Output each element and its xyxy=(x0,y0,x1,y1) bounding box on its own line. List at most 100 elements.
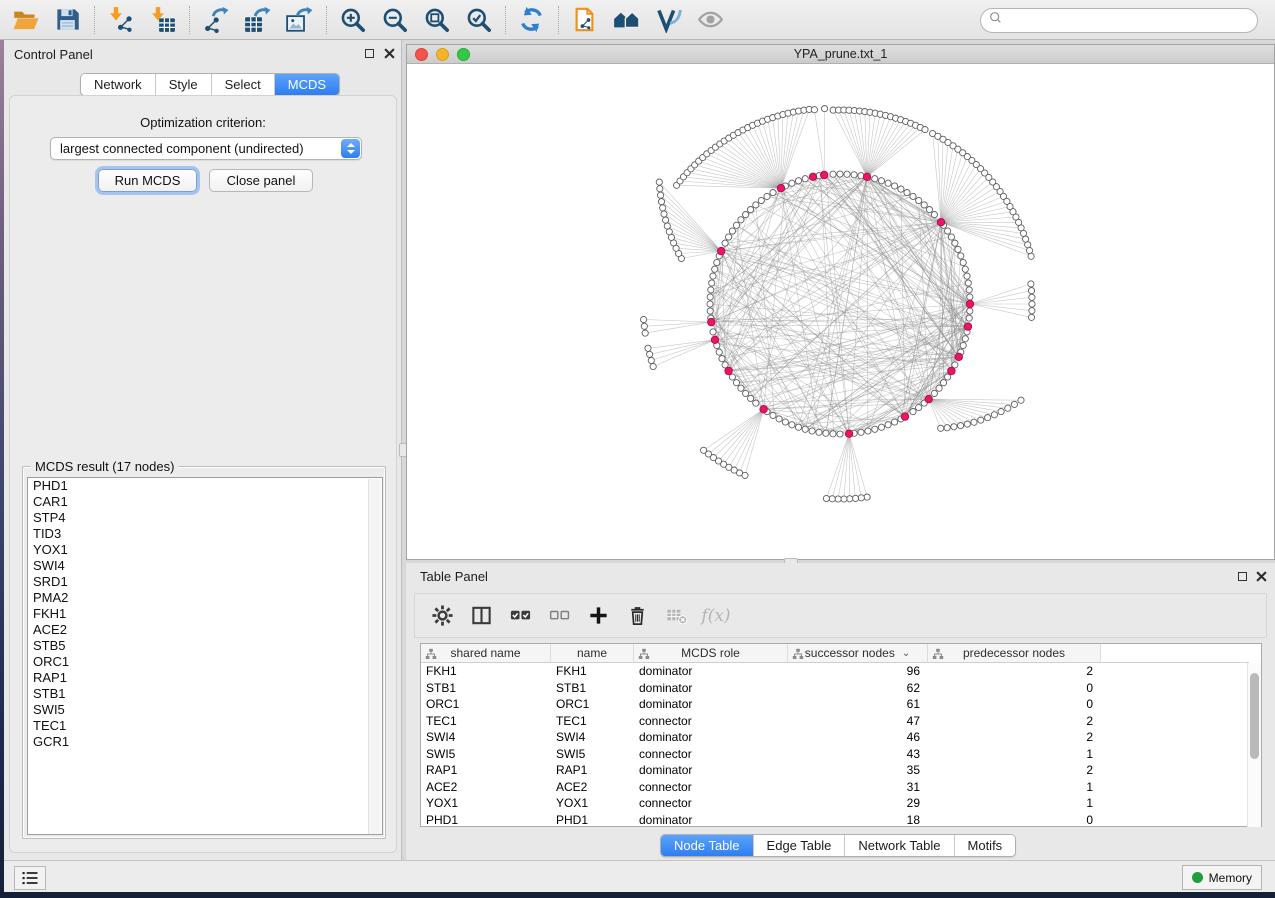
toolbar-separator xyxy=(94,6,95,34)
table-cell: 0 xyxy=(928,680,1101,697)
mcds-result-item[interactable]: SRD1 xyxy=(28,574,382,590)
mcds-result-item[interactable]: ACE2 xyxy=(28,622,382,638)
column-header-shared-name[interactable]: shared name xyxy=(421,644,551,663)
table-cell: SWI5 xyxy=(421,746,551,763)
column-header-successor-nodes[interactable]: successor nodes⌄ xyxy=(788,644,928,663)
control-panel-header: Control Panel xyxy=(4,40,401,66)
tab-select[interactable]: Select xyxy=(211,74,274,95)
criterion-dropdown[interactable]: largest connected component (undirected) xyxy=(50,137,362,160)
mcds-result-item[interactable]: SWI5 xyxy=(28,702,382,718)
table-cell: 2 xyxy=(928,762,1101,779)
export-network-icon[interactable] xyxy=(198,3,232,37)
table-cell: ORC1 xyxy=(421,696,551,713)
table-scrollbar-thumb[interactable] xyxy=(1250,673,1259,759)
mcds-result-item[interactable]: STP4 xyxy=(28,510,382,526)
open-folder-icon[interactable] xyxy=(8,3,42,37)
mcds-result-item[interactable]: CAR1 xyxy=(28,494,382,510)
mcds-result-item[interactable]: FKH1 xyxy=(28,606,382,622)
home-networks-icon[interactable] xyxy=(609,3,643,37)
search-input[interactable] xyxy=(1004,11,1257,31)
tab-style[interactable]: Style xyxy=(155,74,211,95)
table-cell: 46 xyxy=(788,729,928,746)
table-cell: TEC1 xyxy=(551,713,634,730)
table-cell: 31 xyxy=(788,779,928,796)
column-header-MCDS-role[interactable]: MCDS role xyxy=(634,644,788,663)
tab-mcds[interactable]: MCDS xyxy=(274,74,339,95)
table-cell: ORC1 xyxy=(551,696,634,713)
table-row[interactable]: SWI4SWI4dominator462 xyxy=(421,729,1247,746)
mcds-result-item[interactable]: PHD1 xyxy=(28,478,382,494)
float-panel-icon[interactable] xyxy=(363,47,376,60)
column-header-predecessor-nodes[interactable]: predecessor nodes xyxy=(928,644,1101,663)
refresh-layout-icon[interactable] xyxy=(514,3,548,37)
network-canvas[interactable] xyxy=(407,64,1274,559)
mcds-result-title: MCDS result (17 nodes) xyxy=(31,459,178,474)
eye-icon xyxy=(693,3,727,37)
mcds-result-item[interactable]: SWI4 xyxy=(28,558,382,574)
table-row[interactable]: TEC1TEC1connector472 xyxy=(421,713,1247,730)
sort-chevron-icon[interactable]: ⌄ xyxy=(902,648,910,659)
table-row[interactable]: ACE2ACE2connector311 xyxy=(421,779,1247,796)
task-history-button[interactable] xyxy=(14,866,46,890)
network-graph[interactable] xyxy=(407,64,1274,559)
table-cell: connector xyxy=(634,746,788,763)
run-mcds-button[interactable]: Run MCDS xyxy=(98,169,197,192)
mcds-result-item[interactable]: YOX1 xyxy=(28,542,382,558)
deselect-all-icon[interactable] xyxy=(546,603,572,629)
network-window-titlebar[interactable]: YPA_prune.txt_1 xyxy=(407,45,1274,64)
table-row[interactable]: PHD1PHD1dominator180 xyxy=(421,812,1247,829)
close-panel-button[interactable]: Close panel xyxy=(209,169,313,192)
table-cell: dominator xyxy=(634,762,788,779)
table-row[interactable]: FKH1FKH1dominator962 xyxy=(421,663,1247,680)
table-row[interactable]: RAP1RAP1dominator352 xyxy=(421,762,1247,779)
dropdown-stepper-icon xyxy=(341,139,360,158)
tab-motifs[interactable]: Motifs xyxy=(954,835,1016,856)
mcds-result-item[interactable]: RAP1 xyxy=(28,670,382,686)
mcds-result-item[interactable]: PMA2 xyxy=(28,590,382,606)
export-image-icon[interactable] xyxy=(282,3,316,37)
table-row[interactable]: SWI5SWI5connector431 xyxy=(421,746,1247,763)
table-row[interactable]: STB1STB1dominator620 xyxy=(421,680,1247,697)
import-table-icon[interactable] xyxy=(145,3,179,37)
delete-column-icon[interactable] xyxy=(624,603,650,629)
float-panel-icon[interactable] xyxy=(1236,570,1249,583)
mcds-list-scrollbar[interactable] xyxy=(368,479,381,835)
close-panel-icon[interactable] xyxy=(1255,570,1268,583)
split-columns-icon[interactable] xyxy=(468,603,494,629)
column-header-name[interactable]: name xyxy=(551,644,634,663)
table-row[interactable]: YOX1YOX1connector291 xyxy=(421,795,1247,812)
settings-gear-icon[interactable] xyxy=(429,603,455,629)
zoom-in-icon[interactable] xyxy=(335,3,369,37)
close-panel-icon[interactable] xyxy=(383,47,396,60)
mcds-result-item[interactable]: GCR1 xyxy=(28,734,382,750)
zoom-out-icon[interactable] xyxy=(377,3,411,37)
vizmapper-icon[interactable] xyxy=(651,3,685,37)
mcds-result-item[interactable]: TEC1 xyxy=(28,718,382,734)
search-box[interactable] xyxy=(980,8,1258,33)
table-row[interactable]: ORC1ORC1dominator610 xyxy=(421,696,1247,713)
tab-edge-table[interactable]: Edge Table xyxy=(753,835,845,856)
add-column-icon[interactable] xyxy=(585,603,611,629)
mcds-result-item[interactable]: TID3 xyxy=(28,526,382,542)
table-cell: SWI5 xyxy=(551,746,634,763)
memory-button[interactable]: Memory xyxy=(1182,865,1262,890)
network-from-document-icon[interactable] xyxy=(567,3,601,37)
mcds-result-item[interactable]: STB5 xyxy=(28,638,382,654)
import-network-icon[interactable] xyxy=(103,3,137,37)
toolbar-separator xyxy=(189,6,190,34)
mcds-result-list[interactable]: PHD1CAR1STP4TID3YOX1SWI4SRD1PMA2FKH1ACE2… xyxy=(27,477,383,835)
zoom-fit-icon[interactable] xyxy=(419,3,453,37)
export-table-icon[interactable] xyxy=(240,3,274,37)
criterion-dropdown-value: largest connected component (undirected) xyxy=(60,141,304,156)
save-session-icon[interactable] xyxy=(50,3,84,37)
control-panel-title: Control Panel xyxy=(14,47,93,62)
zoom-selected-icon[interactable] xyxy=(461,3,495,37)
mcds-result-item[interactable]: ORC1 xyxy=(28,654,382,670)
table-cell: FKH1 xyxy=(421,663,551,680)
tab-network[interactable]: Network xyxy=(81,74,155,95)
table-scrollbar[interactable] xyxy=(1247,663,1261,827)
select-all-icon[interactable] xyxy=(507,603,533,629)
tab-network-table[interactable]: Network Table xyxy=(844,835,953,856)
tab-node-table[interactable]: Node Table xyxy=(661,835,753,856)
mcds-result-item[interactable]: STB1 xyxy=(28,686,382,702)
